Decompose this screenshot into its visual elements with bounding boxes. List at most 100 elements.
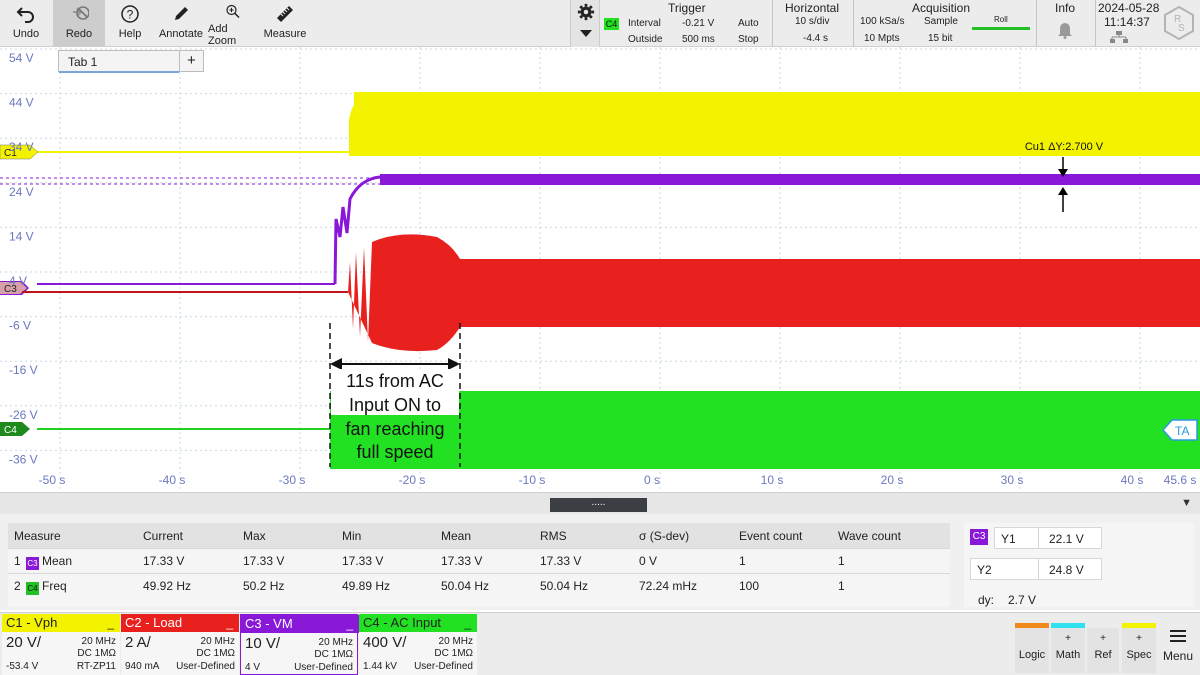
x-axis-label: 40 s [1121,473,1144,487]
cursor-channel-badge[interactable]: C3 [970,529,988,545]
spec-label: Spec [1126,649,1152,661]
trigger-outside-value: 500 ms [682,34,715,45]
acquisition-roll-label: Roll [994,15,1008,24]
svg-text:?: ? [127,8,134,22]
measurement-header-row: Measure Current Max Min Mean RMS σ (S-de… [8,523,950,548]
plus-icon: + [1100,633,1106,644]
plus-icon: + [1065,633,1071,644]
tab-1[interactable]: Tab 1 + [58,50,204,73]
horizontal-panel[interactable]: Horizontal 10 s/div -4.4 s [773,0,853,47]
waveform-display[interactable]: Cu1 ΔY:2.700 V 11s from AC Input ON to f… [0,47,1200,492]
undo-button[interactable]: Undo [0,0,52,47]
channel-coupling: DC 1MΩ [196,648,235,659]
cursor-label: Cu1 ΔY:2.700 V [1025,141,1104,153]
chevron-down-icon[interactable]: ▼ [1181,497,1192,509]
add-tab-button[interactable]: + [187,52,196,69]
cursor-dy-value: 2.7 V [1008,593,1037,607]
y-axis-label: 54 V [9,51,34,65]
channel-offset: 1.44 kV [363,661,397,672]
c3-trace-ripple [380,174,1200,185]
channel-scale: 20 V/ [6,634,42,651]
channel-c4-tile[interactable]: C4 - AC Input _ 400 V/ 20 MHz DC 1MΩ 1.44… [359,614,477,675]
datetime-panel: 2024-05-28 11:14:37 RS [1096,0,1200,47]
time-text: 11:14:37 [1104,15,1150,29]
value-sdev: 0 V [639,554,658,568]
pencil-icon [175,7,188,20]
cursor-y2-value-field[interactable]: 24.8 V [1038,558,1102,580]
cursor-y1-value-field[interactable]: 22.1 V [1038,527,1102,549]
channel-scale: 2 A/ [125,634,151,651]
horizontal-title: Horizontal [785,1,840,15]
value-mean: 17.33 V [441,554,483,568]
value-min: 17.33 V [342,554,384,568]
help-icon: ? [121,5,139,23]
value-wave-count: 1 [838,554,845,568]
trigger-channel-badge: C4 [604,18,619,30]
panel-splitter[interactable]: ..... ▼ [0,492,1200,514]
help-button[interactable]: ? Help [106,0,154,47]
acquisition-panel[interactable]: Acquisition 100 kSa/s Sample Roll 10 Mpt… [854,0,1034,47]
channel-offset: 940 mA [125,661,160,672]
y-axis-label: -26 V [9,408,38,422]
header-mean: Mean [441,529,472,543]
channel-bandwidth: 20 MHz [318,637,353,648]
c4-marker[interactable]: C4 [0,422,30,436]
annotate-label: Annotate [158,28,204,40]
network-icon [1110,31,1128,43]
value-sdev: 72.24 mHz [639,579,698,593]
annotation-line-3: fan reaching [345,419,444,439]
acquisition-bits: 15 bit [928,33,953,44]
minimize-button[interactable]: _ [226,614,233,632]
waveform-canvas[interactable]: Cu1 ΔY:2.700 V 11s from AC Input ON to f… [0,47,1200,492]
splitter-handle[interactable]: ..... [550,498,647,512]
cursor-y2-label: Y2 [977,563,992,577]
undo-icon [16,7,34,23]
x-axis-label: 30 s [1001,473,1024,487]
x-axis-label: -20 s [399,473,426,487]
channel-title: C1 - Vph [6,615,58,630]
measurement-row[interactable]: 1 C3 Mean 17.33 V 17.33 V 17.33 V 17.33 V… [8,548,950,573]
value-max: 50.2 Hz [243,579,285,593]
measure-label: Measure [263,28,307,40]
row-index: 2 [14,579,21,593]
trigger-panel[interactable]: Trigger C4 Interval -0.21 V Auto Outside… [600,0,772,47]
x-axis-label: -50 s [39,473,66,487]
logic-button[interactable]: Logic [1015,623,1049,673]
settings-button[interactable] [570,0,600,47]
minimize-button[interactable]: _ [464,614,471,632]
measure-button[interactable]: Measure [259,0,311,47]
y-axis-label: -36 V [9,452,38,466]
menu-label: Menu [1162,649,1194,663]
ref-label: Ref [1094,649,1112,661]
annotation-line-2: Input ON to [349,395,441,415]
minimize-button[interactable]: _ [346,615,353,633]
ref-button[interactable]: + Ref [1087,623,1119,673]
value-min: 49.89 Hz [342,579,391,593]
roll-progress-bar [972,27,1030,30]
spec-button[interactable]: + Spec [1122,623,1156,673]
add-zoom-button[interactable]: Add Zoom [208,0,258,47]
menu-button[interactable]: Menu [1158,623,1198,673]
channel-c1-tile[interactable]: C1 - Vph _ 20 V/ 20 MHz DC 1MΩ -53.4 V RT… [2,614,120,675]
channel-c2-tile[interactable]: C2 - Load _ 2 A/ 20 MHz DC 1MΩ 940 mA Use… [121,614,239,675]
minimize-button[interactable]: _ [107,614,114,632]
x-axis-label: 0 s [644,473,660,487]
header-max: Max [243,529,266,543]
channel-offset: -53.4 V [6,661,39,672]
y-axis-label: 44 V [9,96,34,110]
header-min: Min [342,529,362,543]
math-button[interactable]: + Math [1051,623,1085,673]
acquisition-rate: 100 kSa/s [860,16,905,27]
header-event-count: Event count [739,529,803,543]
channel-strip: C1 - Vph _ 20 V/ 20 MHz DC 1MΩ -53.4 V RT… [0,612,1200,675]
channel-badge: C3 [26,557,39,570]
info-panel[interactable]: Info [1037,0,1095,47]
redo-label: Redo [65,28,93,40]
cursor-y2-value: 24.8 V [1049,563,1084,577]
header-current: Current [143,529,184,543]
redo-button[interactable]: Redo [53,0,105,47]
y-axis-label: -6 V [9,319,31,333]
channel-c3-tile[interactable]: C3 - VM _ 10 V/ 20 MHz DC 1MΩ 4 V User-De… [240,614,359,675]
measurement-row[interactable]: 2 C4 Freq 49.92 Hz 50.2 Hz 49.89 Hz 50.04… [8,573,950,598]
annotate-button[interactable]: Annotate [156,0,206,47]
